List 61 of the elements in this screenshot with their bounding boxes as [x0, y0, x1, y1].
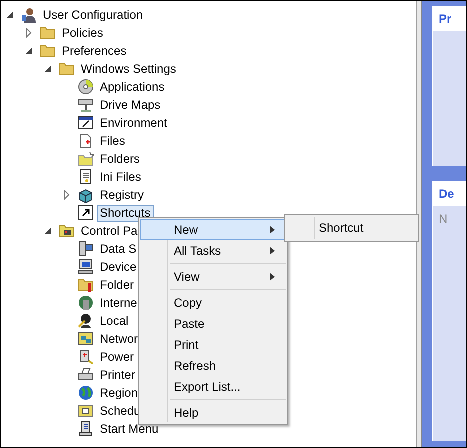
- collapse-arrow-icon[interactable]: [43, 64, 53, 74]
- notepad-icon: [78, 169, 94, 185]
- tree-item[interactable]: Folder: [97, 276, 138, 294]
- disc-icon: [78, 79, 94, 95]
- menu-item[interactable]: View: [140, 266, 286, 287]
- menu-item[interactable]: Refresh: [140, 355, 286, 376]
- tree-item[interactable]: Folders: [97, 150, 144, 168]
- expand-arrow-icon[interactable]: [62, 190, 72, 200]
- submenu-arrow-icon: [270, 226, 275, 234]
- shortcut-icon: [78, 205, 94, 221]
- menu-item[interactable]: All Tasks: [140, 240, 286, 261]
- tree-item[interactable]: Windows Settings: [78, 60, 180, 78]
- collapse-arrow-icon[interactable]: [5, 10, 15, 20]
- tree-item[interactable]: Control Pa: [78, 222, 141, 240]
- printer-icon: [78, 367, 94, 383]
- tree-item[interactable]: Start Menu: [97, 420, 162, 438]
- collapse-arrow-icon[interactable]: [24, 46, 34, 56]
- network-icon: [78, 331, 94, 347]
- tree-item[interactable]: Region: [97, 384, 142, 402]
- submenu-arrow-icon: [270, 247, 275, 255]
- tree-item[interactable]: Environment: [97, 114, 170, 132]
- tree-item[interactable]: Policies: [59, 24, 106, 42]
- submenu-arrow-icon: [270, 273, 275, 281]
- tree-item[interactable]: Registry: [97, 186, 148, 204]
- computer-icon: [78, 421, 94, 437]
- tree-item[interactable]: Interne: [97, 294, 140, 312]
- user-icon: [21, 7, 37, 23]
- tree-item[interactable]: Power: [97, 348, 138, 366]
- server-icon: [78, 241, 94, 257]
- person-icon: [78, 313, 94, 329]
- menu-item[interactable]: Paste: [140, 313, 286, 334]
- control-panel-icon: [59, 223, 75, 239]
- menu-item[interactable]: Copy: [140, 292, 286, 313]
- tree-item[interactable]: Printer: [97, 366, 138, 384]
- panel-title: Pr: [433, 6, 466, 31]
- tree-item[interactable]: Device: [97, 258, 140, 276]
- tree-item[interactable]: Applications: [97, 78, 168, 96]
- menu-item[interactable]: New: [140, 219, 286, 240]
- menu-item[interactable]: Help: [140, 402, 286, 423]
- drive-icon: [78, 97, 94, 113]
- tree-item[interactable]: Drive Maps: [97, 96, 164, 114]
- tree-item[interactable]: Ini Files: [97, 168, 144, 186]
- power-icon: [78, 349, 94, 365]
- tree-item[interactable]: Files: [97, 132, 128, 150]
- window-icon: [78, 115, 94, 131]
- computer-icon: [78, 259, 94, 275]
- panel-text: N: [438, 211, 449, 226]
- tree-item[interactable]: Shortcuts: [97, 204, 154, 222]
- document-icon: [78, 133, 94, 149]
- menu-item[interactable]: Print: [140, 334, 286, 355]
- tree-item[interactable]: User Configuration: [40, 6, 146, 24]
- tree-item[interactable]: Networ: [97, 330, 142, 348]
- expand-arrow-icon[interactable]: [24, 28, 34, 38]
- cube-icon: [78, 187, 94, 203]
- tree-item[interactable]: Preferences: [59, 42, 130, 60]
- panel-title: De: [433, 181, 466, 206]
- collapse-arrow-icon[interactable]: [43, 226, 53, 236]
- menu-item[interactable]: Export List...: [140, 376, 286, 397]
- tree-item[interactable]: Data S: [97, 240, 140, 258]
- menu-item[interactable]: Shortcut: [286, 217, 417, 239]
- tree-item[interactable]: Local: [97, 312, 132, 330]
